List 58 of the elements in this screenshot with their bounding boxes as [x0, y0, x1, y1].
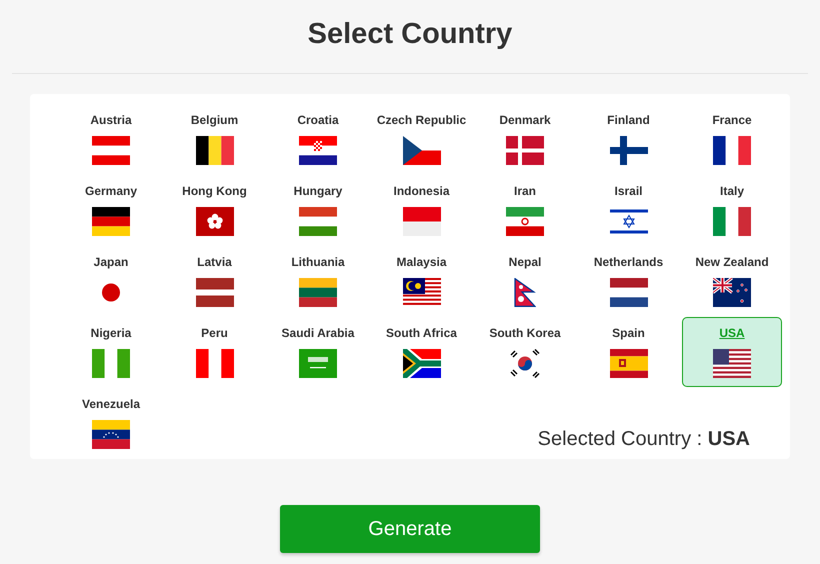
flag-icon — [299, 278, 337, 307]
country-option[interactable]: Venezuela — [61, 388, 161, 458]
flag-icon — [196, 349, 234, 378]
country-option[interactable]: Iran — [475, 175, 575, 245]
country-option[interactable]: New Zealand — [682, 246, 782, 316]
flag-icon — [610, 136, 648, 165]
country-option[interactable]: Germany — [61, 175, 161, 245]
flag-icon — [610, 278, 648, 307]
generate-button[interactable]: Generate — [280, 505, 540, 553]
country-option[interactable]: Saudi Arabia — [268, 317, 368, 387]
flag-icon — [299, 349, 337, 378]
flag-icon — [402, 278, 440, 307]
flag-icon — [713, 207, 751, 236]
country-option[interactable]: Belgium — [164, 104, 264, 174]
flag-icon — [299, 207, 337, 236]
flag-icon — [506, 136, 544, 165]
country-option[interactable]: Spain — [578, 317, 678, 387]
country-option[interactable]: Austria — [61, 104, 161, 174]
flag-icon — [514, 278, 536, 307]
flag-icon — [610, 207, 648, 236]
country-option[interactable]: Hong Kong — [164, 175, 264, 245]
country-option[interactable]: Hungary — [268, 175, 368, 245]
flag-icon — [92, 349, 130, 378]
country-option[interactable]: Latvia — [164, 246, 264, 316]
flag-icon — [713, 349, 751, 378]
flag-icon — [713, 278, 751, 307]
flag-icon — [92, 420, 130, 449]
country-option[interactable]: Netherlands — [578, 246, 678, 316]
country-option[interactable]: Israil — [578, 175, 678, 245]
flag-icon — [299, 136, 337, 165]
country-option[interactable]: Peru — [164, 317, 264, 387]
flag-icon — [92, 207, 130, 236]
page-title: Select Country — [306, 17, 514, 52]
country-option[interactable]: Italy — [682, 175, 782, 245]
country-option[interactable]: Lithuania — [268, 246, 368, 316]
country-option[interactable]: Denmark — [475, 104, 575, 174]
flag-icon — [196, 136, 234, 165]
country-option[interactable]: Czech Republic — [372, 104, 472, 174]
country-option[interactable]: South Korea — [475, 317, 575, 387]
country-option[interactable]: Indonesia — [372, 175, 472, 245]
country-option[interactable]: Japan — [61, 246, 161, 316]
country-option[interactable]: Nigeria — [61, 317, 161, 387]
country-option[interactable]: South Africa — [372, 317, 472, 387]
flag-icon — [506, 207, 544, 236]
flag-icon — [196, 278, 234, 307]
flag-icon — [713, 136, 751, 165]
flag-icon — [402, 207, 440, 236]
country-option[interactable]: Finland — [578, 104, 678, 174]
flag-icon — [402, 349, 440, 378]
country-option[interactable]: Malaysia — [372, 246, 472, 316]
country-option[interactable]: France — [682, 104, 782, 174]
flag-icon — [92, 136, 130, 165]
country-option[interactable]: Nepal — [475, 246, 575, 316]
selected-country-text: Selected Country : USA — [538, 428, 750, 451]
flag-icon — [610, 349, 648, 378]
flag-icon — [402, 136, 440, 165]
flag-icon — [196, 207, 234, 236]
country-option[interactable]: Croatia — [268, 104, 368, 174]
